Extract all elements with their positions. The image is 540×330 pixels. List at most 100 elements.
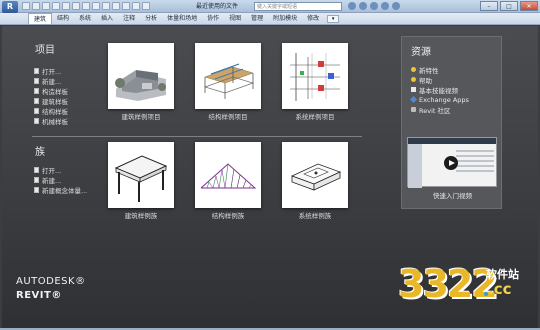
autodesk-logo: AUTODESK® <box>16 276 86 287</box>
project-link-5[interactable]: 机械样板 <box>34 116 68 126</box>
quick-access-toolbar <box>22 2 150 10</box>
family-link-1[interactable]: 新建... <box>34 175 87 185</box>
tab-9[interactable]: 管理 <box>246 13 268 24</box>
help-icon <box>411 77 416 82</box>
document-icon <box>34 187 39 193</box>
structural-sample-family-thumbnail[interactable] <box>195 142 261 208</box>
title-bar: R 最近使用的文件 键入关键字或短语 – □ ✕ <box>0 0 540 13</box>
search-input[interactable]: 键入关键字或短语 <box>254 2 342 11</box>
measure-icon[interactable] <box>72 2 80 10</box>
getting-started-video-thumbnail[interactable] <box>407 137 497 188</box>
text-icon[interactable] <box>82 2 90 10</box>
project-link-0[interactable]: 打开... <box>34 66 68 76</box>
undo-icon[interactable] <box>42 2 50 10</box>
bulb-icon <box>411 67 416 72</box>
project-link-label[interactable]: 建筑样板 <box>42 96 68 106</box>
document-icon <box>34 177 39 183</box>
thumb-label-architectural-project[interactable]: 建筑样例项目 <box>96 111 186 121</box>
resource-whats-new[interactable]: 新特性 <box>411 65 439 75</box>
play-icon[interactable] <box>444 156 458 170</box>
favorites-icon[interactable] <box>381 2 389 10</box>
getting-started-video-label[interactable]: 快速入门视频 <box>402 190 503 200</box>
search-icon[interactable] <box>348 2 356 10</box>
resources-title: 资源 <box>411 47 431 58</box>
tab-3[interactable]: 插入 <box>96 13 118 24</box>
section-icon[interactable] <box>102 2 110 10</box>
watermark-logo-number: 3322 <box>398 262 498 306</box>
project-link-label[interactable]: 结构样板 <box>42 106 68 116</box>
tab-8[interactable]: 视图 <box>224 13 246 24</box>
tab-11[interactable]: 修改 <box>302 13 324 24</box>
systems-sample-family-thumbnail[interactable] <box>282 142 348 208</box>
resource-help[interactable]: 帮助 <box>411 75 432 85</box>
close-hidden-icon[interactable] <box>122 2 130 10</box>
open-icon[interactable] <box>22 2 30 10</box>
help-icon[interactable] <box>392 2 400 10</box>
tab-10[interactable]: 附加模块 <box>268 13 302 24</box>
thumb-label-systems-project[interactable]: 系统样例项目 <box>270 111 360 121</box>
document-title: 最近使用的文件 <box>195 3 238 10</box>
customize-qat-icon[interactable] <box>142 2 150 10</box>
project-link-label[interactable]: 打开... <box>42 66 61 76</box>
thumb-label-architectural-family[interactable]: 建筑样例族 <box>96 210 186 220</box>
tab-6[interactable]: 体量和场地 <box>162 13 202 24</box>
family-link-0[interactable]: 打开... <box>34 165 87 175</box>
document-icon <box>34 108 39 114</box>
project-link-2[interactable]: 构造样板 <box>34 86 68 96</box>
redo-icon[interactable] <box>52 2 60 10</box>
ribbon-tabs: 建筑 结构 系统 插入 注释 分析 体量和场地 协作 视图 管理 附加模块 修改 ▾ <box>0 13 540 25</box>
minimize-button[interactable]: – <box>480 1 498 11</box>
resource-revit-community[interactable]: Revit 社区 <box>411 105 451 115</box>
print-icon[interactable] <box>62 2 70 10</box>
family-link-label[interactable]: 新建概念体量... <box>42 185 87 195</box>
document-icon <box>34 118 39 124</box>
document-icon <box>34 167 39 173</box>
resource-exchange-apps[interactable]: Exchange Apps <box>409 95 469 104</box>
tab-4[interactable]: 注释 <box>118 13 140 24</box>
architectural-sample-family-thumbnail[interactable] <box>108 142 174 208</box>
subscription-icon[interactable] <box>359 2 367 10</box>
revit-logo: REVIT® <box>16 290 62 301</box>
communication-icon[interactable] <box>370 2 378 10</box>
structural-sample-project-thumbnail[interactable] <box>195 43 261 109</box>
project-link-3[interactable]: 建筑样板 <box>34 96 68 106</box>
video-icon <box>411 87 416 92</box>
exchange-icon <box>409 95 418 104</box>
project-link-label[interactable]: 机械样板 <box>42 116 68 126</box>
projects-title: 项目 <box>35 45 55 56</box>
families-title: 族 <box>35 147 45 158</box>
resource-essential-skills-videos[interactable]: 基本技能视频 <box>411 85 458 95</box>
project-link-1[interactable]: 新建... <box>34 76 68 86</box>
document-icon <box>34 98 39 104</box>
save-icon[interactable] <box>32 2 40 10</box>
thin-lines-icon[interactable] <box>112 2 120 10</box>
view-3d-icon[interactable] <box>92 2 100 10</box>
project-link-label[interactable]: 新建... <box>42 76 61 86</box>
thumb-label-systems-family[interactable]: 系统样例族 <box>270 210 360 220</box>
project-link-4[interactable]: 结构样板 <box>34 106 68 116</box>
family-link-2[interactable]: 新建概念体量... <box>34 185 87 195</box>
systems-sample-project-thumbnail[interactable] <box>282 43 348 109</box>
document-icon <box>34 78 39 84</box>
document-icon <box>34 68 39 74</box>
video-sidebar <box>408 144 422 188</box>
infocenter-icons <box>348 2 400 10</box>
video-content-lines <box>456 150 494 180</box>
family-link-label[interactable]: 新建... <box>42 175 61 185</box>
tab-7[interactable]: 协作 <box>202 13 224 24</box>
tab-2[interactable]: 系统 <box>74 13 96 24</box>
close-button[interactable]: ✕ <box>520 1 538 11</box>
architectural-sample-project-thumbnail[interactable] <box>108 43 174 109</box>
document-icon <box>34 88 39 94</box>
thumb-label-structural-family[interactable]: 结构样例族 <box>183 210 273 220</box>
project-link-label[interactable]: 构造样板 <box>42 86 68 96</box>
family-link-label[interactable]: 打开... <box>42 165 61 175</box>
tab-1[interactable]: 结构 <box>52 13 74 24</box>
maximize-button[interactable]: □ <box>500 1 518 11</box>
tab-5[interactable]: 分析 <box>140 13 162 24</box>
ribbon-options-dropdown[interactable]: ▾ <box>327 15 340 23</box>
tab-0[interactable]: 建筑 <box>28 13 53 24</box>
thumb-label-structural-project[interactable]: 结构样例项目 <box>183 111 273 121</box>
application-menu-button[interactable]: R <box>2 1 18 13</box>
switch-windows-icon[interactable] <box>132 2 140 10</box>
